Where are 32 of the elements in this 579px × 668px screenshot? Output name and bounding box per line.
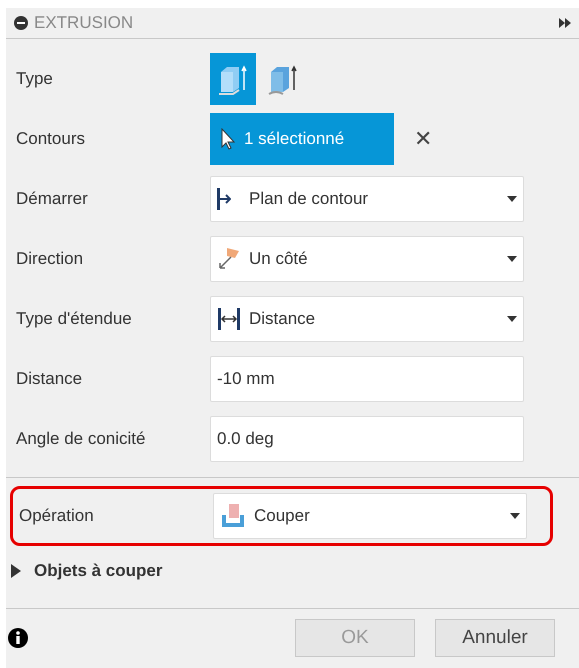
dropdown[interactable]: Distance	[210, 296, 524, 342]
panel-title: EXTRUSION	[34, 12, 134, 34]
dropdown[interactable]: Plan de contour	[210, 176, 524, 222]
dropdown-arrow-icon	[507, 316, 517, 322]
clear-button[interactable]: ✕	[414, 122, 432, 156]
dropdown-arrow-icon	[507, 256, 517, 262]
distance-icon	[217, 306, 241, 332]
dropdown[interactable]: Un côté	[210, 236, 524, 282]
field-label: Opération	[19, 504, 95, 527]
dropdown-arrow-icon	[507, 196, 517, 202]
cursor-icon	[220, 128, 236, 150]
dropdown-arrow-icon	[510, 512, 520, 519]
field-label: Angle de conicité	[16, 428, 146, 450]
field-label: Contours	[16, 128, 86, 150]
start-icon	[217, 188, 231, 210]
field-label: Type	[16, 68, 54, 90]
input-field[interactable]: -10 mm	[210, 356, 524, 402]
extrude-type-button[interactable]	[210, 52, 256, 105]
direction-icon	[217, 246, 241, 272]
collapsed-caret-icon	[10, 564, 22, 578]
cancel-button[interactable]: Annuler	[435, 619, 555, 658]
input-field[interactable]: 0.0 deg	[210, 416, 524, 462]
field-label: Direction	[16, 248, 84, 270]
field-label: Distance	[16, 368, 84, 390]
field-label: Type d'étendue	[16, 308, 133, 330]
section-toggle[interactable]: Objets à couper	[6, 546, 579, 596]
collapse-icon	[14, 16, 28, 30]
cut-icon	[220, 502, 246, 529]
dropdown[interactable]: Couper	[213, 492, 527, 539]
info-icon	[8, 628, 28, 648]
field-label: Démarrer	[16, 188, 89, 210]
expand-icon	[559, 18, 571, 28]
